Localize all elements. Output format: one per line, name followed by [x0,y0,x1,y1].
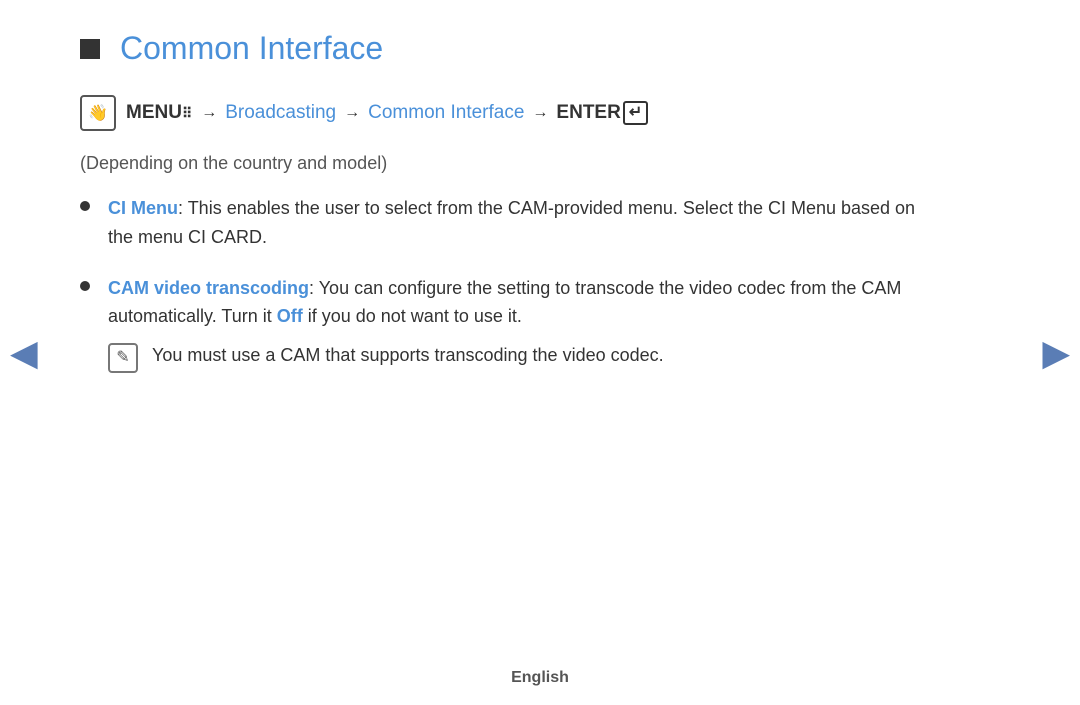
note-icon: ✎ [108,343,138,373]
cam-video-term: CAM video transcoding [108,278,309,298]
bullet-body-1: This enables the user to select from the… [108,198,915,247]
bullet-list: CI Menu: This enables the user to select… [80,194,920,373]
nav-left-arrow[interactable]: ◀ [10,332,38,374]
main-content: Common Interface 👋 MENU⠿ → Broadcasting … [0,0,1000,425]
bullet-dot [80,281,90,291]
bullet-text-1: CI Menu: This enables the user to select… [108,194,920,252]
nav-common-interface: Common Interface [368,102,524,124]
menu-label: MENU⠿ [126,102,193,124]
menu-icon: 👋 [80,95,116,131]
enter-key: ENTER↵ [556,101,648,126]
nav-path: 👋 MENU⠿ → Broadcasting → Common Interfac… [80,95,920,131]
nav-arrow-2: → [344,104,360,122]
footer-language: English [511,669,569,687]
nav-arrow-1: → [201,104,217,122]
list-item: CAM video transcoding: You can configure… [80,274,920,374]
bullet-body-2b: if you do not want to use it. [303,306,522,326]
bullet-dot [80,201,90,211]
title-row: Common Interface [80,30,920,67]
list-item: CI Menu: This enables the user to select… [80,194,920,252]
note-row: ✎ You must use a CAM that supports trans… [108,341,920,373]
bullet-text-2: CAM video transcoding: You can configure… [108,274,920,374]
ci-menu-term: CI Menu [108,198,178,218]
nav-broadcasting: Broadcasting [225,102,336,124]
enter-box: ↵ [623,101,648,126]
title-square-icon [80,39,100,59]
subtitle: (Depending on the country and model) [80,153,920,174]
nav-right-arrow[interactable]: ▶ [1042,332,1070,374]
nav-arrow-3: → [532,104,548,122]
off-label: Off [277,306,303,326]
note-text: You must use a CAM that supports transco… [152,341,664,370]
page-title: Common Interface [120,30,383,67]
